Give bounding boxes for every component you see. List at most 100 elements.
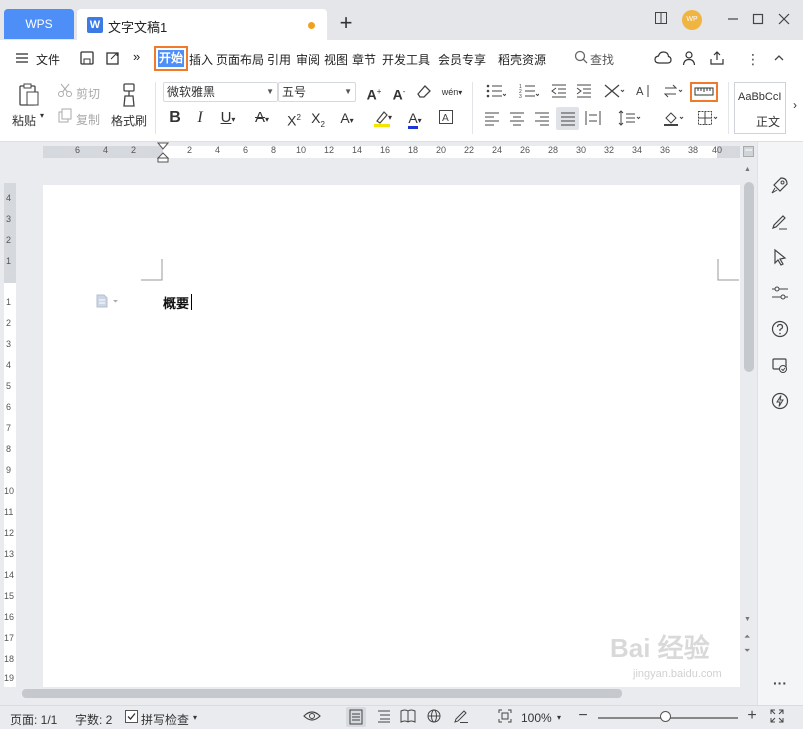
text-effects-button[interactable]: A▾: [334, 109, 360, 130]
distributed-align-icon[interactable]: [583, 110, 603, 130]
tab-chapter[interactable]: 章节: [352, 51, 376, 68]
backup-icon[interactable]: [769, 356, 791, 378]
font-name-select[interactable]: 微软雅黑 ▼: [163, 82, 278, 102]
view-toggle-icon[interactable]: [743, 146, 754, 157]
lightning-icon[interactable]: [769, 392, 791, 414]
more-chevron-icon[interactable]: »: [133, 49, 140, 64]
file-menu[interactable]: 文件: [36, 51, 60, 68]
web-view-icon[interactable]: [425, 709, 443, 726]
paste-icon[interactable]: [16, 82, 42, 108]
writing-mode-icon[interactable]: [452, 709, 470, 726]
outline-view-icon[interactable]: [375, 709, 393, 726]
document-text[interactable]: 概要: [163, 293, 189, 312]
align-center-icon[interactable]: [507, 110, 527, 130]
tab-references[interactable]: 引用: [267, 51, 291, 68]
pen-icon[interactable]: [769, 212, 791, 234]
horizontal-scrollbar[interactable]: [20, 687, 740, 701]
line-spacing-icon[interactable]: [615, 110, 645, 130]
increase-indent-icon[interactable]: [574, 83, 594, 103]
search-label[interactable]: 查找: [590, 51, 614, 68]
grow-font-icon[interactable]: A+: [363, 83, 385, 104]
character-border-icon[interactable]: A: [436, 109, 456, 129]
sliders-icon[interactable]: [769, 284, 791, 306]
ribbon-scroll-right-icon[interactable]: ›: [789, 96, 801, 114]
spellcheck-label[interactable]: 拼写检查: [141, 711, 189, 728]
tab-review[interactable]: 审阅: [296, 51, 320, 68]
text-direction-icon[interactable]: A: [633, 83, 653, 103]
chinese-layout-icon[interactable]: [599, 83, 629, 103]
zoom-slider-handle[interactable]: [660, 711, 671, 722]
new-tab-button[interactable]: +: [334, 10, 358, 36]
decrease-indent-icon[interactable]: [549, 83, 569, 103]
tab-home[interactable]: 开始: [154, 46, 188, 71]
paste-dropdown-icon[interactable]: ▾: [40, 111, 44, 120]
vertical-scrollbar[interactable]: ▲ ▼ ⏶ ⏷: [740, 142, 757, 687]
hamburger-menu-icon[interactable]: [13, 50, 31, 68]
collapse-ribbon-icon[interactable]: [770, 50, 788, 68]
paste-button[interactable]: 粘贴: [12, 112, 36, 129]
share-user-icon[interactable]: [681, 50, 699, 68]
export-icon[interactable]: [104, 50, 122, 68]
scroll-up-icon[interactable]: ▲: [744, 166, 751, 173]
scissors-icon[interactable]: [56, 82, 74, 102]
cursor-select-icon[interactable]: [769, 248, 791, 270]
justify-icon[interactable]: [556, 107, 579, 130]
zoom-in-icon[interactable]: +: [743, 707, 761, 725]
tab-docer-resources[interactable]: 稻壳资源: [498, 51, 546, 68]
align-right-icon[interactable]: [532, 110, 552, 130]
zoom-level[interactable]: 100%: [521, 711, 552, 725]
vertical-scroll-thumb[interactable]: [744, 182, 754, 372]
tab-view[interactable]: 视图: [324, 51, 348, 68]
align-left-icon[interactable]: [482, 110, 502, 130]
zoom-out-icon[interactable]: −: [574, 707, 592, 725]
highlight-icon[interactable]: ▾: [368, 109, 396, 131]
cloud-sync-icon[interactable]: [654, 50, 672, 68]
close-button[interactable]: [773, 10, 795, 30]
tab-page-layout[interactable]: 页面布局: [216, 51, 264, 68]
scroll-down-icon[interactable]: ▼: [744, 616, 751, 623]
eraser-icon[interactable]: [413, 83, 435, 103]
help-icon[interactable]: [769, 320, 791, 342]
document-page[interactable]: 概要: [43, 185, 740, 687]
chevron-down-icon[interactable]: ▾: [557, 713, 561, 722]
format-painter-button[interactable]: 格式刷: [111, 112, 147, 129]
bullets-icon[interactable]: [482, 83, 510, 103]
eye-protection-icon[interactable]: [303, 709, 321, 726]
spellcheck-checkbox-icon[interactable]: [122, 710, 140, 726]
fullscreen-icon[interactable]: [768, 709, 786, 726]
underline-button[interactable]: U▾: [215, 109, 241, 129]
bold-button[interactable]: B: [166, 109, 184, 127]
search-icon[interactable]: [572, 50, 590, 68]
word-count[interactable]: 字数: 2: [75, 711, 112, 728]
numbering-icon[interactable]: 123: [515, 83, 543, 103]
minimize-button[interactable]: [722, 10, 744, 30]
cut-button[interactable]: 剪切: [76, 85, 100, 102]
document-area[interactable]: 概要: [20, 163, 740, 687]
subscript-button[interactable]: X2: [307, 109, 329, 134]
pinyin-guide-icon[interactable]: wén▾: [438, 81, 466, 102]
maximize-button[interactable]: [747, 10, 769, 30]
share-icon[interactable]: [708, 50, 726, 68]
shading-icon[interactable]: [660, 110, 688, 130]
style-normal[interactable]: AaBbCcI 正文: [734, 82, 786, 134]
next-page-icon[interactable]: ⏷: [744, 646, 750, 656]
tab-developer[interactable]: 开发工具: [382, 51, 430, 68]
avatar[interactable]: WP: [682, 10, 702, 30]
font-color-button[interactable]: A▾: [402, 109, 428, 130]
horizontal-ruler[interactable]: 6 4 2 2 4 6 8 10 12 14 16 18 20 22 24 26…: [0, 142, 740, 163]
page-view-button[interactable]: [346, 707, 366, 727]
previous-page-icon[interactable]: ⏶: [744, 632, 750, 642]
show-ruler-button[interactable]: [690, 82, 718, 102]
superscript-button[interactable]: X2: [283, 109, 305, 130]
copy-icon[interactable]: [56, 108, 74, 128]
tab-insert[interactable]: 插入: [189, 51, 213, 68]
document-tab[interactable]: W 文字文稿1: [77, 9, 327, 40]
wps-home-tab[interactable]: WPS: [4, 9, 74, 39]
page-count[interactable]: 页面: 1/1: [10, 711, 57, 728]
shrink-font-icon[interactable]: A-: [388, 83, 410, 104]
rocket-icon[interactable]: [769, 176, 791, 198]
save-icon[interactable]: [78, 50, 96, 68]
layout-icon[interactable]: [650, 10, 672, 30]
fit-page-icon[interactable]: [496, 709, 514, 726]
indent-marker-icon[interactable]: [156, 142, 170, 163]
